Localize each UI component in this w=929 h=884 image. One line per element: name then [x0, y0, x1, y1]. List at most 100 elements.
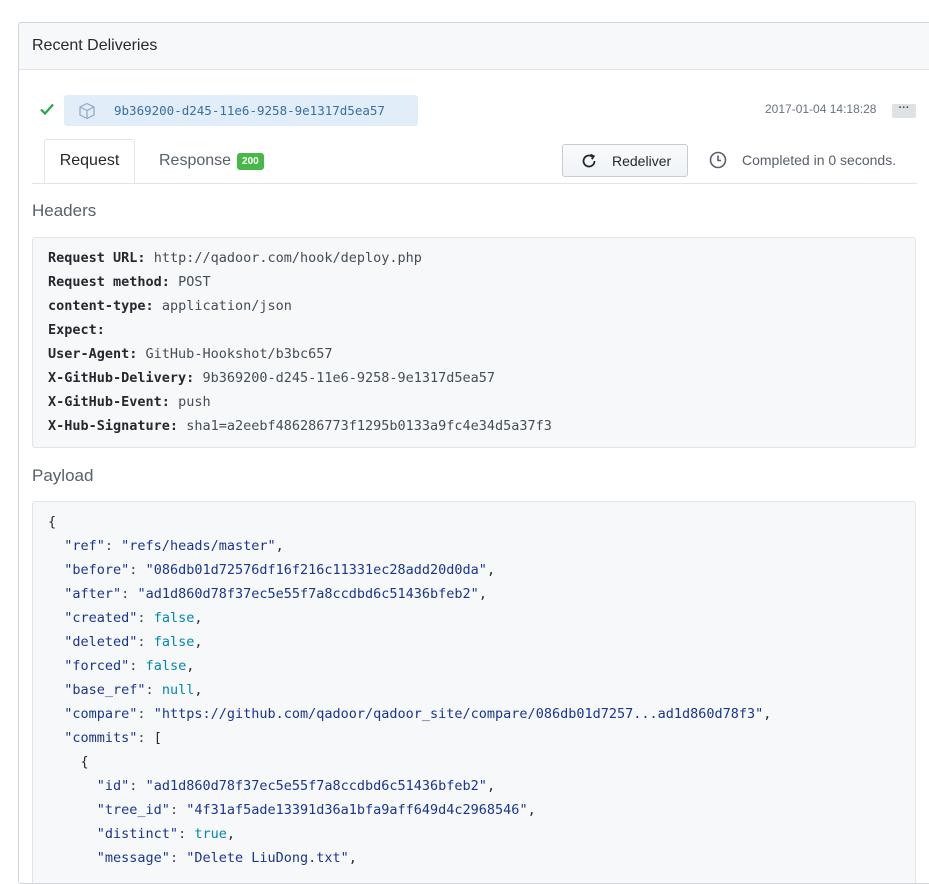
- header-row: X-GitHub-Delivery: 9b369200-d245-11e6-92…: [48, 366, 915, 390]
- response-status-badge: 200: [237, 152, 264, 170]
- payload-key: "forced": [64, 658, 130, 674]
- header-value: 9b369200-d245-11e6-9258-9e1317d5ea57: [202, 370, 496, 386]
- payload-punctuation: {: [48, 514, 57, 530]
- payload-line: "compare": "https://github.com/qadoor/qa…: [64, 706, 772, 722]
- payload-value: false: [145, 658, 187, 674]
- payload-key: "after": [64, 586, 122, 602]
- payload-key: "created": [64, 610, 138, 626]
- payload-key: "id": [96, 778, 130, 794]
- sync-icon: [582, 153, 596, 167]
- payload-punctuation: {: [80, 754, 89, 770]
- header-row: content-type: application/json: [48, 294, 915, 318]
- check-icon: [40, 103, 54, 116]
- completion-status: Completed in 0 seconds.: [709, 151, 896, 169]
- payload-line: "forced": false,: [64, 658, 195, 674]
- header-value: http://qadoor.com/hook/deploy.php: [153, 250, 422, 266]
- payload-line: "commits": [: [64, 730, 162, 746]
- panel-title: Recent Deliveries: [32, 37, 158, 54]
- payload-key: "distinct": [96, 826, 179, 842]
- header-key: X-GitHub-Event:: [48, 394, 170, 410]
- payload-line: "created": false,: [64, 610, 203, 626]
- header-key: Request URL:: [48, 250, 146, 266]
- header-value: POST: [178, 274, 211, 290]
- delivery-timestamp: 2017-01-04 14:18:28: [765, 102, 877, 116]
- payload-value: "https://github.com/qadoor/qadoor_site/c…: [153, 706, 764, 722]
- delivery-guid-box[interactable]: 9b369200-d245-11e6-9258-9e1317d5ea57: [64, 95, 418, 126]
- payload-suffix: ,: [486, 778, 496, 794]
- header-key: Expect:: [48, 322, 105, 338]
- tab-response-label: Response: [159, 152, 232, 169]
- header-row: Request method: POST: [48, 270, 915, 294]
- payload-value: "ad1d860d78f37ec5e55f7a8ccdbd6c51436bfeb…: [145, 778, 487, 794]
- payload-suffix: ,: [194, 634, 203, 650]
- recent-deliveries-panel: Recent Deliveries 9b369200-d245-11e6-925…: [18, 22, 929, 884]
- payload-block: { "ref": "refs/heads/master", "before": …: [32, 501, 916, 883]
- header-value: push: [178, 394, 211, 410]
- more-options-button[interactable]: ···: [892, 103, 916, 118]
- payload-title: Payload: [32, 466, 94, 485]
- payload-key: "deleted": [64, 634, 138, 650]
- clock-icon: [709, 151, 727, 169]
- payload-line: {: [48, 510, 915, 534]
- payload-line: "after": "ad1d860d78f37ec5e55f7a8ccdbd6c…: [64, 586, 487, 602]
- payload-line: "message": "Delete LiuDong.txt",: [96, 850, 357, 866]
- redeliver-button[interactable]: Redeliver: [562, 144, 688, 177]
- header-value: GitHub-Hookshot/b3bc657: [145, 346, 333, 362]
- payload-value: null: [161, 682, 195, 698]
- header-key: X-GitHub-Delivery:: [48, 370, 195, 386]
- tab-request[interactable]: Request: [44, 139, 135, 183]
- payload-key: "base_ref": [64, 682, 146, 698]
- payload-value: true: [194, 826, 227, 842]
- payload-line: "tree_id": "4f31af5ade13391d36a1bfa9aff6…: [96, 802, 536, 818]
- header-value: sha1=a2eebf486286773f1295b0133a9fc4e34d5…: [186, 418, 552, 434]
- payload-line: {: [48, 750, 915, 774]
- payload-suffix: ,: [486, 562, 496, 578]
- payload-suffix: ,: [194, 682, 203, 698]
- payload-value: "ad1d860d78f37ec5e55f7a8ccdbd6c51436bfeb…: [137, 586, 479, 602]
- payload-suffix: ,: [763, 706, 772, 722]
- tab-request-label: Request: [59, 152, 120, 169]
- payload-suffix: ,: [194, 610, 203, 626]
- headers-title: Headers: [32, 201, 97, 220]
- payload-line: "before": "086db01d72576df16f216c11331ec…: [64, 562, 496, 578]
- header-key: Request method:: [48, 274, 170, 290]
- payload-line: "id": "ad1d860d78f37ec5e55f7a8ccdbd6c514…: [96, 778, 496, 794]
- payload-value: false: [153, 610, 195, 626]
- payload-value: "086db01d72576df16f216c11331ec28add20d0d…: [145, 562, 487, 578]
- header-key: X-Hub-Signature:: [48, 418, 179, 434]
- payload-key: "ref": [64, 538, 105, 554]
- header-row: X-Hub-Signature: sha1=a2eebf486286773f12…: [48, 414, 915, 438]
- payload-line: "distinct": true,: [96, 826, 235, 842]
- headers-block: Request URL: http://qadoor.com/hook/depl…: [32, 237, 916, 448]
- payload-suffix: ,: [186, 658, 195, 674]
- payload-suffix: ,: [527, 802, 536, 818]
- header-key: User-Agent:: [48, 346, 138, 362]
- payload-value: "refs/heads/master": [121, 538, 276, 554]
- package-icon: [79, 102, 95, 119]
- payload-line: "base_ref": null,: [64, 682, 203, 698]
- header-row: User-Agent: GitHub-Hookshot/b3bc657: [48, 342, 915, 366]
- payload-key: "commits": [64, 730, 138, 746]
- payload-suffix: ,: [478, 586, 487, 602]
- payload-value: false: [153, 634, 195, 650]
- redeliver-label: Redeliver: [612, 152, 672, 169]
- payload-suffix: ,: [226, 826, 235, 842]
- payload-value: [: [153, 730, 162, 746]
- completion-text: Completed in 0 seconds.: [742, 152, 897, 168]
- payload-key: "compare": [64, 706, 138, 722]
- payload-suffix: ,: [275, 538, 284, 554]
- header-row: X-GitHub-Event: push: [48, 390, 915, 414]
- payload-value: "4f31af5ade13391d36a1bfa9aff649d4c296854…: [186, 802, 528, 818]
- header-key: content-type:: [48, 298, 154, 314]
- payload-line: "ref": "refs/heads/master",: [64, 538, 284, 554]
- header-row: Expect:: [48, 318, 915, 342]
- header-row: Request URL: http://qadoor.com/hook/depl…: [48, 246, 915, 270]
- header-value: application/json: [161, 298, 292, 314]
- tab-response[interactable]: Response 200: [159, 139, 264, 183]
- panel-header: Recent Deliveries: [19, 23, 929, 70]
- payload-key: "before": [64, 562, 130, 578]
- payload-key: "tree_id": [96, 802, 170, 818]
- delivery-guid: 9b369200-d245-11e6-9258-9e1317d5ea57: [114, 103, 385, 118]
- delivery-tabs: Request Response 200 Redeliver Completed…: [32, 139, 917, 184]
- delivery-row[interactable]: 9b369200-d245-11e6-9258-9e1317d5ea57 201…: [19, 93, 929, 129]
